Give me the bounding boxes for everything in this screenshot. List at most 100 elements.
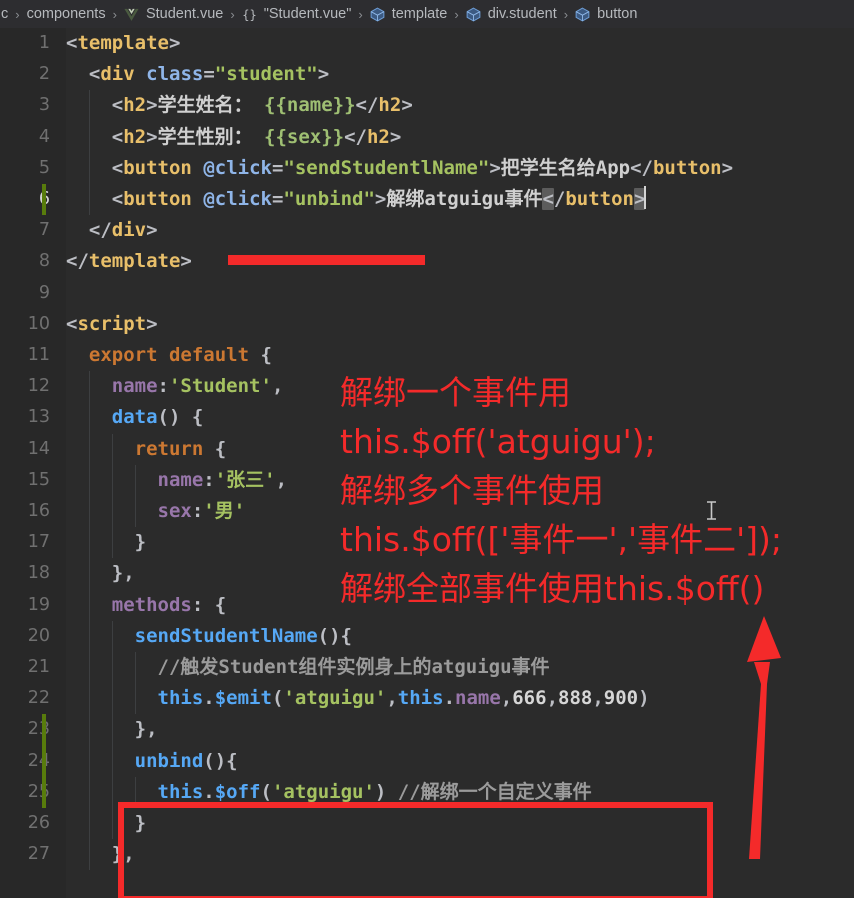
code-line[interactable]: 2 <div class="student"> bbox=[0, 59, 854, 90]
breadcrumb-separator: › bbox=[358, 6, 363, 22]
code-line[interactable]: 10 <script> bbox=[0, 309, 854, 340]
code-token: {{sex}} bbox=[264, 125, 345, 148]
code-token: : bbox=[191, 500, 204, 522]
code-token: , bbox=[546, 687, 559, 710]
line-number: 18 bbox=[27, 563, 50, 584]
code-token: < bbox=[111, 94, 124, 117]
code-line-text: <template> bbox=[66, 28, 180, 59]
code-token: } bbox=[111, 562, 124, 585]
code-line-text: name:'张三', bbox=[66, 465, 288, 496]
code-token: , bbox=[123, 562, 135, 585]
code-token: { bbox=[214, 593, 227, 616]
code-token: , bbox=[271, 375, 284, 398]
code-token: 888 bbox=[558, 687, 593, 710]
code-line[interactable]: 1 <template> bbox=[0, 28, 854, 59]
code-token: h2 bbox=[123, 125, 147, 148]
breadcrumb-item-div-student[interactable]: div.student bbox=[465, 6, 558, 23]
code-line-text: methods: { bbox=[66, 590, 226, 621]
code-line[interactable]: 4 <h2>学生性别： {{sex}}</h2> bbox=[0, 121, 854, 153]
breadcrumb-separator: › bbox=[563, 6, 569, 22]
code-token: . bbox=[443, 687, 456, 710]
code-token: template bbox=[88, 250, 181, 273]
breadcrumb-item-student-vue[interactable]: Student.vue bbox=[123, 6, 224, 23]
code-editor[interactable]: 1 <template> 2 <div class="student"> 3 <h2>… bbox=[0, 28, 854, 898]
code-line-text: sendStudentlName(){ bbox=[66, 621, 352, 652]
code-token: this bbox=[157, 780, 204, 803]
code-line-text: name:'Student', bbox=[66, 371, 284, 402]
line-number: 1 bbox=[38, 33, 50, 53]
breadcrumb-item-c[interactable]: c bbox=[0, 6, 9, 22]
code-line[interactable]: 6 <button @click="unbind">解绑atguigu事件</b… bbox=[0, 184, 854, 216]
code-line-text: }, bbox=[66, 558, 135, 589]
breadcrumb-item-button[interactable]: button bbox=[574, 6, 638, 23]
code-line-text: <button @click="unbind">解绑atguigu事件</but… bbox=[66, 184, 647, 215]
code-line[interactable]: 3 <h2>学生姓名： {{name}}</h2> bbox=[0, 90, 854, 122]
code-token: > bbox=[401, 94, 413, 117]
line-number: 13 bbox=[27, 407, 50, 428]
breadcrumb-item--student-vue-[interactable]: {} "Student.vue" bbox=[241, 6, 353, 23]
red-note-line: 解绑全部事件使用this.$off() bbox=[340, 569, 765, 608]
red-note-text: 解绑一个事件用 this.$off('atguigu'); 解绑多个事件使用 this… bbox=[340, 368, 782, 613]
code-line[interactable]: 5 <button @click="sendStudentlName">把学生名… bbox=[0, 152, 854, 184]
code-token: //触发Student组件实例身上的atguigu事件 bbox=[157, 656, 550, 678]
code-token: this bbox=[157, 687, 204, 710]
line-number: 12 bbox=[27, 376, 50, 397]
code-token: > bbox=[168, 32, 181, 54]
code-token: = bbox=[271, 188, 284, 210]
line-number: 20 bbox=[27, 625, 50, 646]
code-token: </ bbox=[355, 94, 379, 117]
git-modified-marker bbox=[42, 714, 46, 746]
breadcrumb-separator: › bbox=[15, 6, 20, 22]
code-token: < bbox=[111, 188, 124, 210]
breadcrumb-item-label: Student.vue bbox=[145, 6, 224, 22]
code-token: < bbox=[542, 188, 554, 210]
breadcrumb-item-label: div.student bbox=[487, 6, 557, 22]
code-line-text: this.$emit('atguigu',this.name,666,888,9… bbox=[66, 683, 650, 714]
symbol-cube-icon bbox=[574, 6, 591, 23]
code-token: button bbox=[565, 188, 634, 210]
code-line[interactable]: 8 </template> bbox=[0, 246, 854, 277]
line-number: 14 bbox=[27, 438, 50, 459]
line-number: 3 bbox=[38, 95, 50, 116]
code-token: < bbox=[111, 125, 124, 148]
code-line-text: <h2>学生姓名： {{name}}</h2> bbox=[66, 90, 413, 121]
code-token: : bbox=[203, 468, 215, 491]
line-number: 5 bbox=[38, 157, 50, 178]
code-token: , bbox=[146, 718, 158, 741]
code-token: @click bbox=[203, 156, 272, 179]
code-token: { bbox=[214, 437, 227, 460]
line-number: 9 bbox=[38, 282, 50, 303]
breadcrumb-item-template[interactable]: template bbox=[369, 6, 449, 23]
line-number: 2 bbox=[38, 64, 50, 85]
breadcrumb[interactable]: c › components › Student.vue › {} "Student.vue"… bbox=[0, 0, 854, 28]
code-token: , bbox=[275, 468, 288, 491]
code-line[interactable]: 7 </div> bbox=[0, 215, 854, 246]
code-token: . bbox=[203, 687, 215, 710]
code-token: < bbox=[66, 32, 78, 54]
symbol-cube-icon bbox=[465, 6, 482, 23]
text-caret bbox=[644, 186, 647, 209]
code-token: 学生姓名： bbox=[157, 94, 265, 117]
code-line[interactable]: 11 export default { bbox=[0, 340, 854, 371]
code-token: < bbox=[66, 312, 78, 335]
code-token: unbind bbox=[134, 749, 204, 772]
red-note-line: this.$off(['事件一','事件二']); bbox=[340, 520, 783, 559]
code-line[interactable]: 9 bbox=[0, 278, 854, 309]
code-token: '男' bbox=[203, 500, 246, 522]
symbol-cube-icon bbox=[369, 6, 386, 23]
line-number: 8 bbox=[38, 251, 50, 272]
code-token: 900 bbox=[603, 687, 639, 710]
code-token: export bbox=[88, 344, 158, 366]
code-token: > bbox=[317, 63, 330, 86]
breadcrumb-item-components[interactable]: components bbox=[26, 6, 107, 22]
